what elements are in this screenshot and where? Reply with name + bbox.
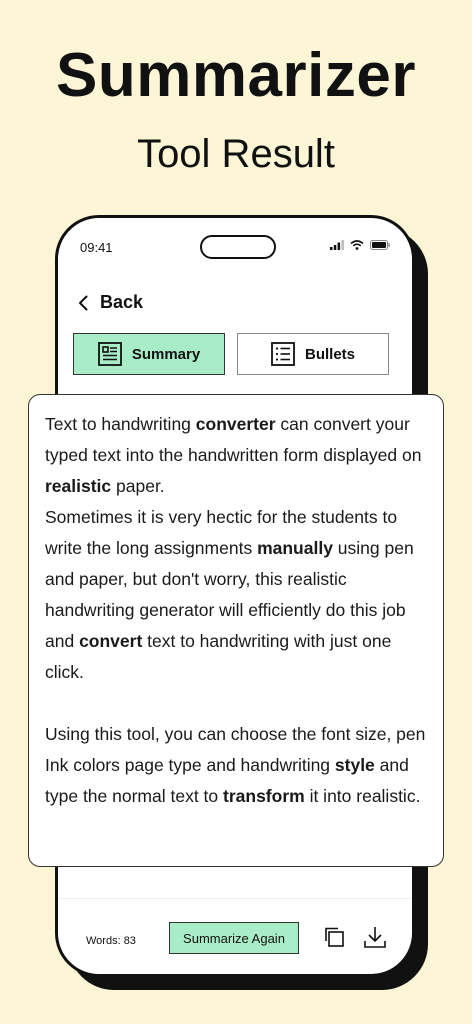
back-button[interactable]: Back (78, 292, 143, 313)
promo-subhead: Tool Result (137, 132, 335, 176)
tab-bullets[interactable]: Bullets (237, 333, 389, 375)
signal-icon (330, 240, 344, 250)
tab-summary-label: Summary (131, 345, 201, 363)
wifi-icon (350, 240, 364, 250)
word-count: Words: 83 (86, 935, 136, 947)
back-label: Back (100, 292, 144, 312)
summary-keyword: transform (223, 786, 305, 806)
promo-headline: Summarizer (56, 41, 416, 110)
summary-paragraph-3: Using this tool, you can choose the font… (45, 719, 427, 812)
summary-text-run: Text to handwriting (45, 414, 196, 434)
summary-keyword: realistic (45, 476, 112, 496)
bottom-action-bar: Words: 83 Summarize Again (58, 898, 412, 974)
battery-icon (370, 240, 390, 250)
status-icons (330, 240, 390, 250)
tab-summary[interactable]: Summary (73, 333, 225, 375)
summary-result-card: Text to handwriting converter can conver… (28, 394, 444, 867)
list-icon (271, 342, 295, 366)
summarize-again-button[interactable]: Summarize Again (169, 922, 299, 954)
status-time: 09:41 (80, 240, 113, 255)
summary-text-run: paper. (111, 476, 165, 496)
summary-text-run: it into realistic. (304, 786, 421, 806)
summary-keyword: convert (79, 631, 143, 651)
dynamic-island (200, 235, 276, 259)
download-icon[interactable] (363, 925, 387, 949)
tab-bullets-label: Bullets (304, 345, 355, 363)
copy-icon[interactable] (323, 926, 345, 948)
summary-keyword: converter (195, 414, 276, 434)
document-icon (97, 342, 122, 366)
summary-keyword: manually (257, 538, 333, 558)
chevron-left-icon (79, 295, 88, 310)
summary-keyword: style (334, 755, 375, 775)
summary-paragraph-2: Sometimes it is very hectic for the stud… (45, 502, 427, 688)
summary-paragraph-1: Text to handwriting converter can conver… (45, 409, 427, 502)
